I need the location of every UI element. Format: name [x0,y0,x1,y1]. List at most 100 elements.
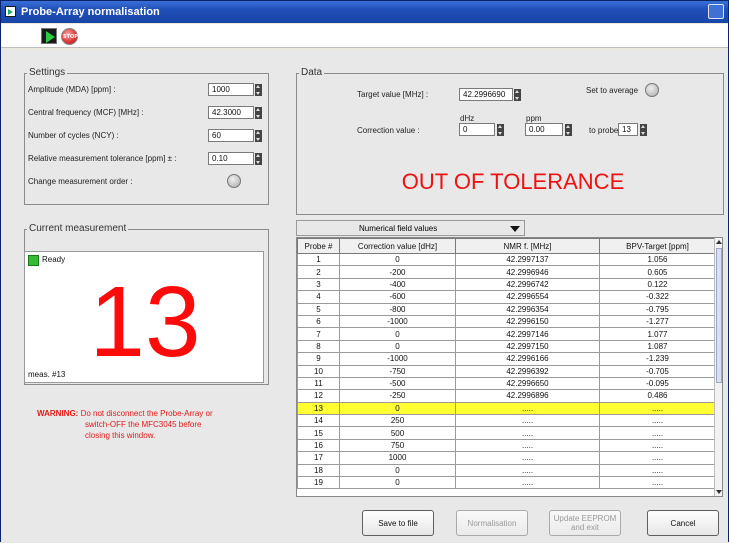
measurement-display: Ready 13 meas. #13 [24,251,264,383]
table-cell: 13 [297,401,340,416]
scroll-down-icon[interactable] [716,490,722,494]
central-frequency-field[interactable]: 42.3000 [208,106,254,119]
update-eeprom-label1: Update EEPROM [553,514,617,523]
table-cell: -400 [339,277,456,292]
table-cell: ..... [599,426,716,440]
table-cell: 1.077 [599,327,716,341]
table-cell: 14 [297,414,340,428]
tolerance-spinner[interactable] [255,153,262,165]
table-row: 3 -400 42.2996742 0.122 [297,277,716,292]
table-cell: ..... [455,463,600,478]
save-to-file-button[interactable]: Save to file [362,510,434,536]
table-cell: 0 [339,339,456,354]
warning-line2: switch-OFF the MFC3045 before [85,420,202,429]
stop-icon-text: STOP [63,34,78,40]
table-cell: ..... [455,438,600,453]
stop-icon[interactable]: STOP [61,28,78,45]
run-icon[interactable] [41,28,57,44]
table-cell: 42.2996742 [455,277,600,292]
target-value-spinner[interactable] [514,89,521,101]
table-cell: 0 [339,401,456,416]
table-row: 5 -800 42.2996354 -0.795 [297,302,716,316]
table-row: 2 -200 42.2996946 0.605 [297,265,716,279]
correction-ppm-spinner[interactable] [565,124,572,136]
table-cell: 1.087 [599,339,716,354]
table-cell: 750 [339,438,456,453]
table-row: 14 250.......... [297,414,716,428]
ppm-unit-label: ppm [526,114,542,123]
table-row: 6 -1000 42.2996150 -1.277 [297,314,716,329]
to-probe-field[interactable]: 13 [618,123,638,136]
central-frequency-spinner[interactable] [255,107,262,119]
table-cell: ..... [599,414,716,428]
table-row: 16 750.......... [297,438,716,453]
table-row: 1 0 42.2997137 1.056 [297,252,716,267]
target-value-label: Target value [MHz] : [357,90,429,99]
cancel-button[interactable]: Cancel [647,510,719,536]
warning-line1: Do not disconnect the Probe-Array or [80,409,213,418]
table-cell: 12 [297,389,340,403]
table-row: 11 -500 42.2996650 -0.095 [297,376,716,391]
table-cell: ..... [455,426,600,440]
table-cell: -0.705 [599,364,716,378]
table-cell: ..... [599,401,716,416]
table-cell: ..... [455,414,600,428]
set-to-average-toggle[interactable] [645,83,659,97]
table-cell: ..... [455,451,600,465]
table-cell: 17 [297,451,340,465]
table-cell: -0.095 [599,376,716,391]
scroll-thumb[interactable] [716,248,722,383]
table-row: 10 -750 42.2996392 -0.705 [297,364,716,378]
update-eeprom-label2: and exit [570,523,600,532]
table-cell: 0.605 [599,265,716,279]
table-cell: 7 [297,327,340,341]
table-scrollbar[interactable] [714,238,722,496]
amplitude-field[interactable]: 1000 [208,83,254,96]
table-cell: 2 [297,265,340,279]
table-cell: 8 [297,339,340,354]
set-to-average-label: Set to average [586,86,639,95]
table-row: 9 -1000 42.2996166 -1.239 [297,352,716,366]
to-probe-label: to probe [589,126,619,135]
data-group-label: Data [299,67,325,78]
correction-ppm-field[interactable]: 0.00 [525,123,563,136]
amplitude-label: Amplitude (MDA) [ppm] : [28,85,116,94]
table-row: 17 1000.......... [297,451,716,465]
table-cell: 10 [297,364,340,378]
table-cell: 42.2996354 [455,302,600,316]
table-cell: -1000 [339,352,456,366]
table-cell: 11 [297,376,340,391]
table-cell: 42.2996554 [455,290,600,304]
tolerance-field[interactable]: 0.10 [208,152,254,165]
correction-dhz-spinner[interactable] [497,124,504,136]
normalisation-button[interactable]: Normalisation [456,510,528,536]
table-row: 7 0 42.2997146 1.077 [297,327,716,341]
tolerance-label: Relative measurement tolerance [ppm] ± : [28,154,177,163]
window-title: Probe-Array normalisation [21,6,160,18]
table-cell: -1000 [339,314,456,329]
ready-indicator-icon [28,255,39,266]
change-order-toggle[interactable] [227,174,241,188]
view-selector-value: Numerical field values [359,224,438,233]
to-probe-spinner[interactable] [640,124,647,136]
table-cell: ..... [599,476,716,490]
probe-table: Probe # Correction value [dHz] NMR f. [M… [296,237,723,497]
update-eeprom-button[interactable]: Update EEPROM and exit [549,510,621,536]
table-cell: -0.795 [599,302,716,316]
table-cell: 42.2997150 [455,339,600,354]
table-cell: -800 [339,302,456,316]
scroll-up-icon[interactable] [716,240,722,244]
table-header-row: Probe # Correction value [dHz] NMR f. [M… [297,238,716,254]
target-value-field[interactable]: 42.2996690 [459,88,513,101]
amplitude-spinner[interactable] [255,84,262,96]
cycles-field[interactable]: 60 [208,129,254,142]
maximize-button[interactable] [708,4,724,19]
cycles-spinner[interactable] [255,130,262,142]
table-cell: -1.239 [599,352,716,366]
table-cell: -200 [339,265,456,279]
view-selector[interactable]: Numerical field values [296,220,525,236]
probe-data-table: Probe # Correction value [dHz] NMR f. [M… [297,238,716,490]
correction-dhz-field[interactable]: 0 [459,123,495,136]
tolerance-status-text: OUT OF TOLERANCE [401,169,625,194]
dhz-unit-label: dHz [460,114,475,123]
